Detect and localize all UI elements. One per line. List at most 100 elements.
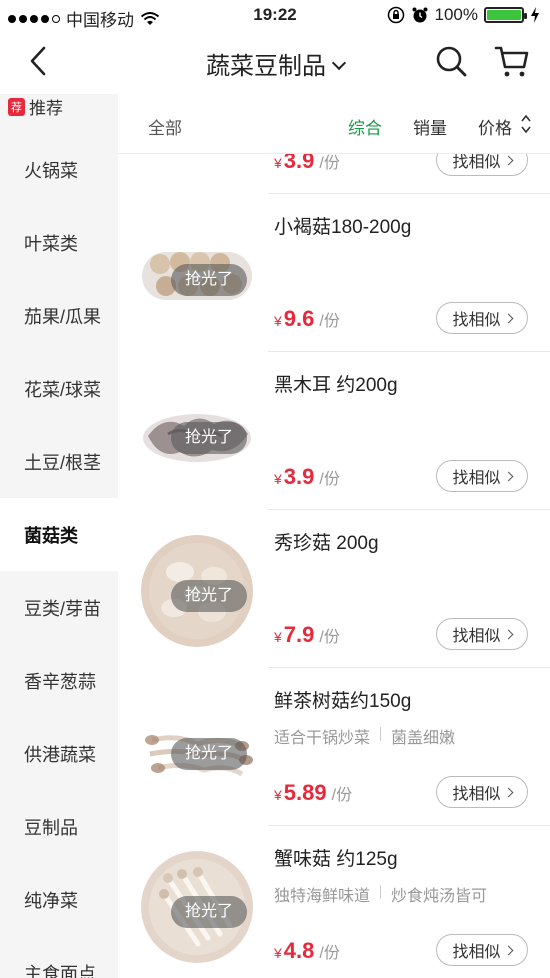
chevron-right-icon: [503, 945, 513, 955]
product-price: ¥ 3.9 /份: [274, 154, 340, 174]
find-similar-button[interactable]: 找相似: [436, 934, 528, 966]
sidebar-item-label: 叶菜类: [24, 233, 78, 254]
price-unit: /份: [331, 787, 353, 804]
find-similar-label: 找相似: [452, 470, 501, 487]
product-item[interactable]: 抢光了 黑木耳 约200g ¥ 3.9 /份 找相似: [118, 352, 550, 510]
find-similar-button[interactable]: 找相似: [436, 460, 528, 492]
sidebar-item-label: 纯净菜: [24, 890, 78, 911]
product-image: 抢光了: [138, 848, 256, 966]
currency-symbol: ¥: [274, 945, 282, 961]
sidebar-item-mushroom[interactable]: 菌菇类: [0, 498, 118, 571]
currency-symbol: ¥: [274, 155, 282, 171]
sidebar-item-label: 豆类/芽苗: [24, 598, 102, 619]
price-unit: /份: [319, 155, 340, 172]
sidebar-item-hotpot[interactable]: 火锅菜: [0, 133, 118, 206]
sidebar-item-label: 香辛葱蒜: [24, 671, 96, 692]
sort-comprehensive[interactable]: 综合: [348, 114, 382, 139]
sidebar-item-beans[interactable]: 豆类/芽苗: [0, 571, 118, 644]
product-item[interactable]: 抢光了 蟹味菇 约125g 独特海鲜味道 炒食炖汤皆可 ¥ 4.8 /份 找相似: [118, 826, 550, 978]
nav-bar: 蔬菜豆制品: [0, 30, 550, 94]
filter-bar: 全部 综合 销量 价格: [118, 94, 550, 154]
currency-symbol: ¥: [274, 313, 282, 329]
sidebar-item-hk-veg[interactable]: 供港蔬菜: [0, 717, 118, 790]
chevron-right-icon: [503, 471, 513, 481]
price-value: 3.9: [283, 154, 315, 173]
sidebar-item-cauliflower[interactable]: 花菜/球菜: [0, 352, 118, 425]
search-icon[interactable]: [434, 44, 468, 78]
price-value: 4.8: [283, 938, 315, 963]
price-value: 5.89: [283, 780, 327, 805]
currency-symbol: ¥: [274, 787, 282, 803]
price-value: 3.9: [283, 464, 315, 489]
find-similar-button[interactable]: 找相似: [436, 302, 528, 334]
find-similar-label: 找相似: [452, 312, 501, 329]
sidebar-item-label: 豆制品: [24, 817, 78, 838]
price-unit: /份: [319, 471, 340, 488]
sidebar-item-recommend[interactable]: 荐 推荐: [8, 94, 63, 119]
product-list: ¥ 3.9 /份 找相似 抢光了 小褐菇180-200g ¥ 9.6 /份 找相…: [118, 154, 550, 978]
find-similar-label: 找相似: [452, 154, 501, 171]
sold-out-badge: 抢光了: [171, 738, 247, 770]
product-price: ¥ 5.89 /份: [274, 780, 352, 806]
product-name: 小褐菇180-200g: [274, 217, 412, 238]
product-tagline: 适合干锅炒菜: [274, 730, 371, 747]
sidebar-item-root[interactable]: 土豆/根茎: [0, 425, 118, 498]
product-price: ¥ 3.9 /份: [274, 464, 340, 490]
find-similar-button[interactable]: 找相似: [436, 154, 528, 176]
product-item[interactable]: ¥ 3.9 /份 找相似: [118, 154, 550, 194]
product-price: ¥ 9.6 /份: [274, 306, 340, 332]
category-sidebar: 荐 推荐 火锅菜 叶菜类 茄果/瓜果 花菜/球菜 土豆/根茎 菌菇类 豆类/芽苗…: [0, 94, 118, 978]
product-price: ¥ 4.8 /份: [274, 938, 340, 964]
product-image: 抢光了: [138, 690, 256, 808]
sidebar-item-fruit-veg[interactable]: 茄果/瓜果: [0, 279, 118, 352]
charging-icon: [531, 7, 539, 23]
orientation-lock-icon: [387, 6, 404, 24]
product-item[interactable]: 抢光了 小褐菇180-200g ¥ 9.6 /份 找相似: [118, 194, 550, 352]
sidebar-item-clean-veg[interactable]: 纯净菜: [0, 863, 118, 936]
currency-symbol: ¥: [274, 629, 282, 645]
product-tagline: 菌盖细嫩: [391, 730, 456, 747]
sold-out-badge: 抢光了: [171, 264, 247, 296]
sidebar-item-label: 茄果/瓜果: [24, 306, 102, 327]
chevron-right-icon: [503, 155, 513, 165]
currency-symbol: ¥: [274, 471, 282, 487]
product-tagline: 炒食炖汤皆可: [391, 888, 488, 905]
category-title-label: 蔬菜豆制品: [206, 53, 326, 80]
recommend-tag: 荐: [8, 97, 25, 116]
sort-price[interactable]: 价格: [478, 114, 512, 139]
chevron-right-icon: [503, 313, 513, 323]
find-similar-button[interactable]: 找相似: [436, 776, 528, 808]
sidebar-item-label: 推荐: [29, 99, 63, 118]
price-unit: /份: [319, 313, 340, 330]
battery-percent: 100%: [434, 5, 478, 24]
price-value: 9.6: [283, 306, 315, 331]
sold-out-badge: 抢光了: [171, 422, 247, 454]
product-item[interactable]: 抢光了 秀珍菇 200g ¥ 7.9 /份 找相似: [118, 510, 550, 668]
price-unit: /份: [319, 629, 340, 646]
sidebar-item-leafy[interactable]: 叶菜类: [0, 206, 118, 279]
sort-arrows-icon[interactable]: [520, 112, 532, 136]
cart-icon[interactable]: [494, 44, 530, 78]
filter-all[interactable]: 全部: [148, 114, 182, 139]
battery-icon: [484, 7, 527, 23]
product-name: 黑木耳 约200g: [274, 375, 398, 396]
price-value: 7.9: [283, 622, 315, 647]
chevron-right-icon: [503, 629, 513, 639]
product-image: 抢光了: [138, 532, 256, 650]
price-unit: /份: [319, 945, 340, 962]
product-tagline: 独特海鲜味道: [274, 888, 371, 905]
sidebar-item-label: 火锅菜: [24, 160, 78, 181]
sidebar-item-label: 花菜/球菜: [24, 379, 102, 400]
sidebar-item-tofu[interactable]: 豆制品: [0, 790, 118, 863]
find-similar-label: 找相似: [452, 944, 501, 961]
product-name: 秀珍菇 200g: [274, 533, 379, 554]
find-similar-button[interactable]: 找相似: [436, 618, 528, 650]
product-image: 抢光了: [138, 216, 256, 334]
product-item[interactable]: 抢光了 鲜茶树菇约150g 适合干锅炒菜 菌盖细嫩 ¥ 5.89 /份 找相似: [118, 668, 550, 826]
sort-sales[interactable]: 销量: [413, 114, 447, 139]
chevron-down-icon: [331, 55, 347, 71]
sidebar-item-staple[interactable]: 主食面点: [0, 936, 118, 978]
product-description: 独特海鲜味道 炒食炖汤皆可: [274, 882, 487, 906]
sidebar-item-spices[interactable]: 香辛葱蒜: [0, 644, 118, 717]
product-description: 适合干锅炒菜 菌盖细嫩: [274, 724, 455, 748]
